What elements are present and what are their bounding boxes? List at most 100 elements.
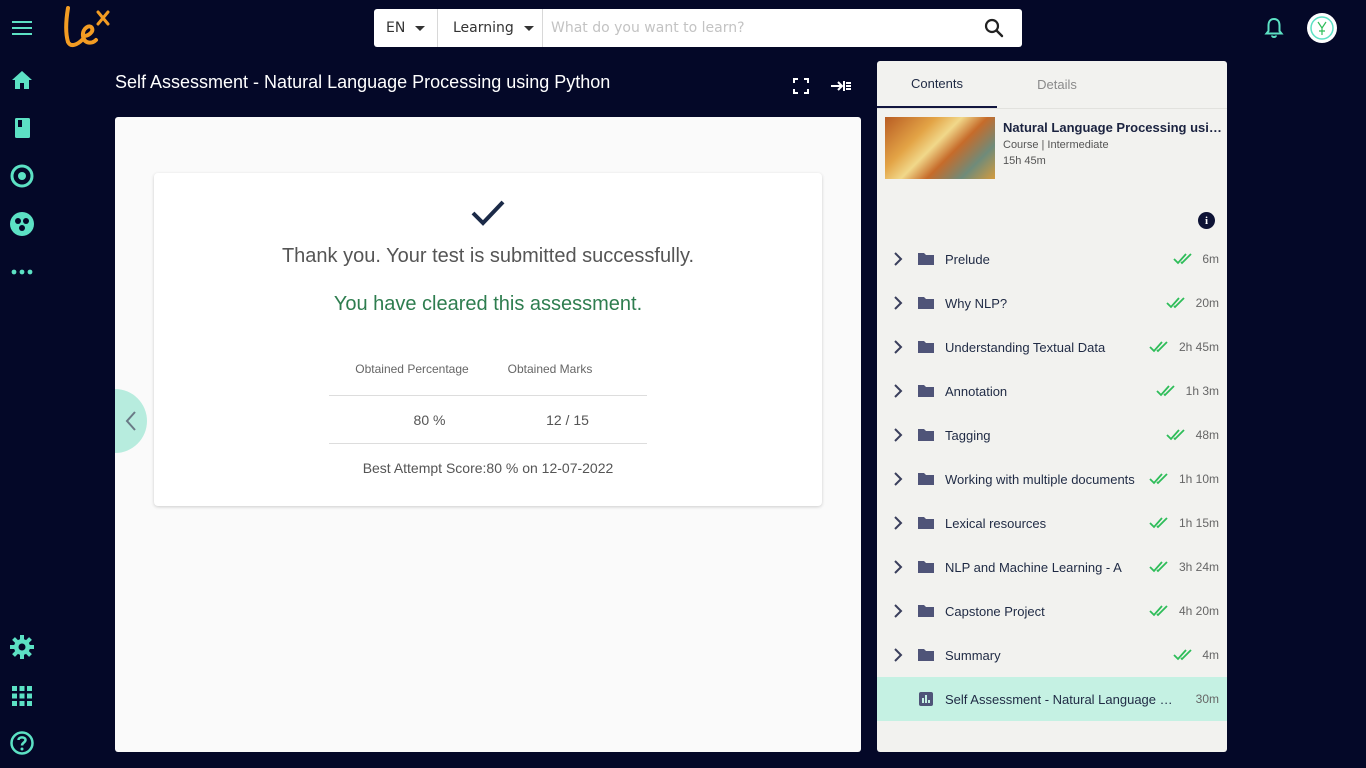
notification-bell-icon[interactable]: [1262, 16, 1286, 40]
list-item[interactable]: Capstone Project 4h 20m: [877, 589, 1227, 633]
chevron-right-icon[interactable]: [889, 646, 907, 664]
chevron-down-icon: [523, 25, 534, 31]
book-icon[interactable]: [8, 114, 36, 142]
checkmark-icon: [470, 199, 506, 231]
item-label: Summary: [945, 647, 1001, 663]
list-item[interactable]: Summary 4m: [877, 633, 1227, 677]
chevron-right-icon[interactable]: [889, 426, 907, 444]
chevron-right-icon[interactable]: [889, 558, 907, 576]
menu-icon[interactable]: [8, 14, 36, 42]
tab-contents[interactable]: Contents: [877, 61, 997, 108]
chevron-left-icon: [125, 411, 136, 431]
apps-icon[interactable]: [8, 682, 36, 710]
language-value: EN: [386, 20, 406, 36]
result-table-row: 80 % 12 / 15: [329, 396, 647, 444]
item-duration: 20m: [1195, 296, 1219, 310]
folder-icon: [918, 253, 934, 265]
search-icon[interactable]: [966, 9, 1022, 47]
completed-check-icon: [1166, 429, 1185, 441]
list-item[interactable]: Tagging 48m: [877, 413, 1227, 457]
item-label: Why NLP?: [945, 295, 1008, 311]
completed-check-icon: [1149, 561, 1168, 573]
item-duration: 1h 3m: [1185, 384, 1219, 398]
completed-check-icon: [1156, 385, 1175, 397]
item-label: Self Assessment - Natural Language Proce…: [945, 691, 1179, 707]
folder-icon: [918, 429, 934, 441]
chevron-right-icon[interactable]: [889, 294, 907, 312]
chevron-right-icon[interactable]: [889, 338, 907, 356]
folder-icon: [918, 605, 934, 617]
course-meta: Course | Intermediate: [1003, 139, 1109, 151]
left-navigation: [0, 0, 46, 768]
category-select[interactable]: Learning: [438, 9, 543, 47]
list-item-selected[interactable]: Self Assessment - Natural Language Proce…: [877, 677, 1227, 721]
page-title: Self Assessment - Natural Language Proce…: [115, 72, 611, 92]
language-select[interactable]: EN: [374, 9, 438, 47]
list-item[interactable]: Prelude 6m: [877, 237, 1227, 281]
folder-icon: [918, 649, 934, 661]
help-icon[interactable]: [8, 729, 36, 757]
folder-icon: [918, 385, 934, 397]
chevron-right-icon[interactable]: [889, 470, 907, 488]
list-item[interactable]: Working with multiple documents 1h 10m: [877, 457, 1227, 501]
list-item[interactable]: NLP and Machine Learning - A 3h 24m: [877, 545, 1227, 589]
best-attempt-score: Best Attempt Score:80 % on 12-07-2022: [362, 460, 614, 476]
avatar[interactable]: [1307, 13, 1337, 43]
col-marks-header: Obtained Marks: [507, 362, 593, 376]
chevron-right-icon[interactable]: [889, 382, 907, 400]
item-label: Annotation: [945, 383, 1008, 399]
assessment-icon: [919, 692, 933, 706]
item-duration: 1h 15m: [1178, 516, 1219, 530]
more-icon[interactable]: [8, 258, 36, 286]
folder-icon: [918, 341, 934, 353]
folder-icon: [918, 517, 934, 529]
item-label: Understanding Textual Data: [945, 339, 1106, 355]
home-icon[interactable]: [8, 66, 36, 94]
info-icon[interactable]: i: [1198, 212, 1215, 229]
completed-check-icon: [1149, 517, 1168, 529]
cleared-message: You have cleared this assessment.: [333, 293, 643, 315]
item-duration: 6m: [1202, 252, 1219, 266]
community-icon[interactable]: [8, 210, 36, 238]
folder-icon: [918, 297, 934, 309]
item-duration: 1h 10m: [1178, 472, 1219, 486]
item-duration: 48m: [1195, 428, 1219, 442]
settings-icon[interactable]: [8, 633, 36, 661]
item-duration: 30m: [1195, 692, 1219, 706]
chevron-down-icon: [415, 25, 426, 31]
submission-message: Thank you. Your test is submitted succes…: [281, 245, 695, 267]
folder-icon: [918, 473, 934, 485]
list-item[interactable]: Lexical resources 1h 15m: [877, 501, 1227, 545]
chevron-right-icon[interactable]: [889, 602, 907, 620]
chevron-right-icon[interactable]: [889, 514, 907, 532]
lex-logo[interactable]: [62, 6, 114, 48]
completed-check-icon: [1149, 473, 1168, 485]
result-card: Thank you. Your test is submitted succes…: [154, 173, 822, 506]
col-percentage-header: Obtained Percentage: [355, 362, 469, 376]
course-thumbnail: [885, 117, 995, 179]
course-duration: 15h 45m: [1003, 155, 1046, 167]
search-input[interactable]: [543, 10, 966, 46]
item-label: Capstone Project: [945, 603, 1045, 619]
result-table-header: Obtained Percentage Obtained Marks: [329, 343, 647, 396]
course-card[interactable]: Natural Language Processing using Python…: [885, 117, 1225, 179]
list-item[interactable]: Annotation 1h 3m: [877, 369, 1227, 413]
completed-check-icon: [1149, 341, 1168, 353]
chevron-right-icon[interactable]: [889, 250, 907, 268]
fullscreen-icon[interactable]: [789, 74, 813, 98]
contents-panel: Contents Details Natural Language Proces…: [877, 61, 1227, 752]
item-duration: 3h 24m: [1178, 560, 1219, 574]
list-item[interactable]: Understanding Textual Data 2h 45m: [877, 325, 1227, 369]
obtained-percentage: 80 %: [413, 411, 446, 428]
content-player: Thank you. Your test is submitted succes…: [115, 117, 861, 752]
result-table: Obtained Percentage Obtained Marks 80 % …: [329, 343, 647, 444]
item-label: Lexical resources: [945, 515, 1047, 531]
list-item[interactable]: Why NLP? 20m: [877, 281, 1227, 325]
completed-check-icon: [1173, 253, 1192, 265]
toggle-sidebar-icon[interactable]: [829, 74, 853, 98]
search-bar: EN Learning: [374, 9, 1022, 47]
item-label: Working with multiple documents: [945, 471, 1135, 487]
target-icon[interactable]: [8, 162, 36, 190]
item-duration: 2h 45m: [1178, 340, 1219, 354]
tab-details[interactable]: Details: [997, 61, 1117, 108]
